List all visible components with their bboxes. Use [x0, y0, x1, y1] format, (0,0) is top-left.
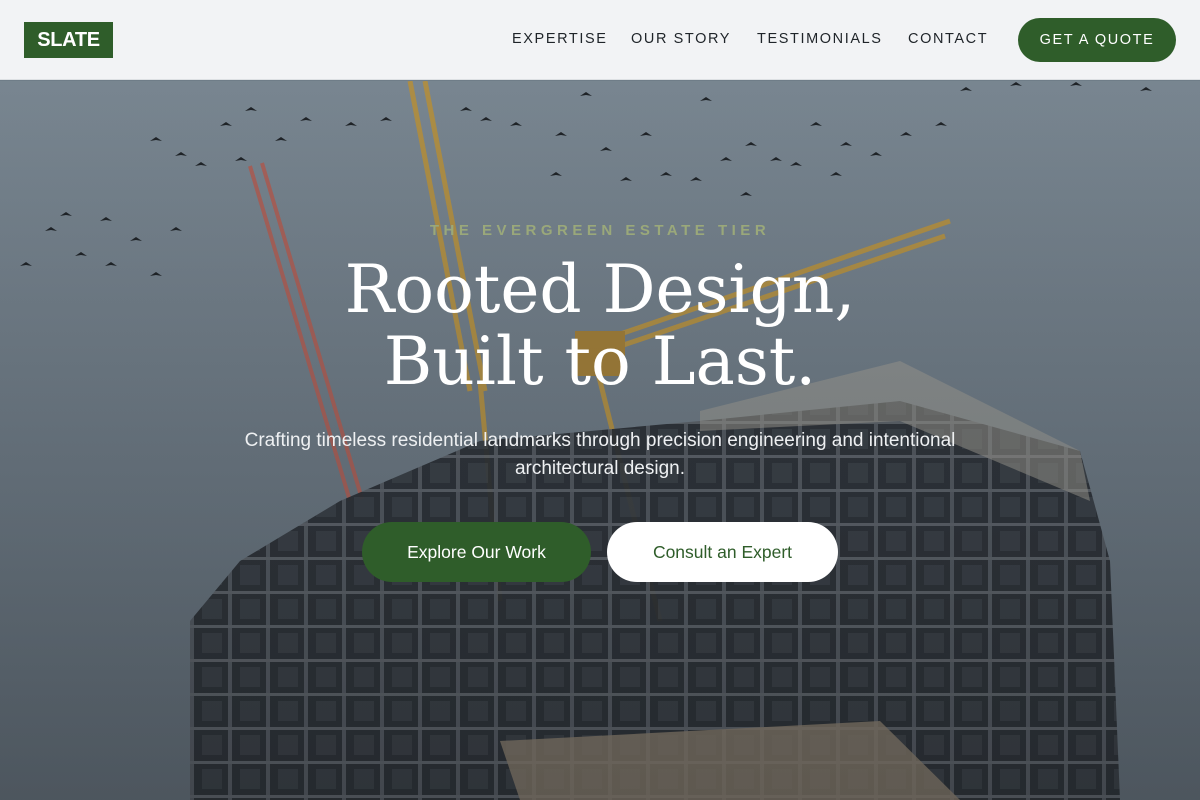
get-a-quote-button[interactable]: GET A QUOTE — [1018, 18, 1176, 62]
hero-subtitle: Crafting timeless residential landmarks … — [244, 430, 956, 479]
nav-link-expertise[interactable]: EXPERTISE — [512, 31, 608, 47]
headline-line-2: Built to Last. — [383, 323, 817, 400]
consult-an-expert-button[interactable]: Consult an Expert — [607, 522, 838, 582]
hero-section: THE EVERGREEN ESTATE TIER Rooted Design,… — [0, 81, 1200, 800]
hero-headline: Rooted Design, Built to Last. — [0, 254, 1200, 398]
explore-our-work-button[interactable]: Explore Our Work — [362, 522, 591, 582]
nav-link-testimonials[interactable]: TESTIMONIALS — [757, 31, 883, 47]
site-header: SLATE EXPERTISE OUR STORY TESTIMONIALS C… — [0, 0, 1200, 80]
hero-eyebrow: THE EVERGREEN ESTATE TIER — [429, 222, 771, 239]
nav-link-contact[interactable]: CONTACT — [908, 31, 988, 47]
nav-link-our-story[interactable]: OUR STORY — [631, 31, 731, 47]
headline-line-1: Rooted Design, — [344, 251, 856, 328]
